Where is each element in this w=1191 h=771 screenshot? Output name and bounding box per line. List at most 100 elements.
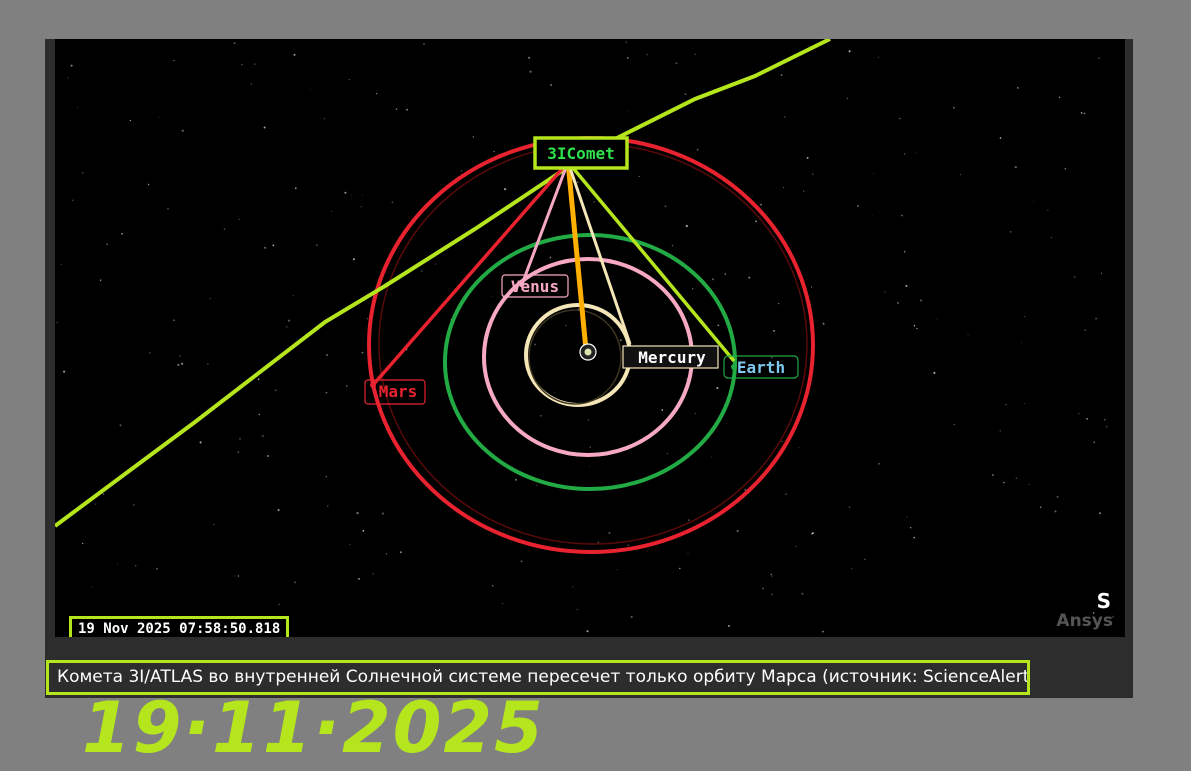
star xyxy=(70,64,73,67)
star xyxy=(275,389,277,391)
star xyxy=(117,564,119,566)
star xyxy=(589,465,591,467)
star xyxy=(687,552,689,554)
star xyxy=(903,153,906,155)
star xyxy=(325,391,328,394)
star xyxy=(520,560,523,563)
star xyxy=(770,573,772,576)
star xyxy=(67,77,69,79)
star xyxy=(696,148,699,151)
star xyxy=(326,504,329,507)
star xyxy=(716,387,719,390)
star xyxy=(391,201,393,203)
star xyxy=(801,592,804,595)
star xyxy=(167,207,169,210)
star xyxy=(1047,209,1049,211)
star xyxy=(272,244,275,247)
star xyxy=(572,586,574,588)
star xyxy=(381,512,384,515)
star xyxy=(345,385,348,387)
star xyxy=(846,97,849,100)
star xyxy=(549,256,552,259)
star xyxy=(586,630,589,633)
solar-system-diagram: 3IComet Venus Mercury Earth Mars xyxy=(55,39,1115,633)
star xyxy=(60,263,62,265)
star xyxy=(423,42,425,45)
comet-to-earth-line xyxy=(566,160,736,363)
star xyxy=(278,603,280,606)
star xyxy=(784,116,786,118)
star xyxy=(351,194,353,196)
star xyxy=(362,194,364,196)
star xyxy=(857,205,859,207)
star xyxy=(361,351,364,354)
star xyxy=(795,545,797,547)
star xyxy=(82,542,84,545)
star xyxy=(492,295,494,297)
star xyxy=(362,529,365,532)
star xyxy=(619,339,622,342)
star xyxy=(63,370,66,373)
star xyxy=(684,93,687,95)
star xyxy=(133,504,135,506)
star xyxy=(627,57,629,59)
star xyxy=(646,53,648,56)
star xyxy=(536,484,538,487)
star xyxy=(385,553,387,555)
star xyxy=(1103,419,1106,421)
star xyxy=(781,440,783,443)
star xyxy=(664,205,667,208)
star xyxy=(460,169,463,172)
star xyxy=(710,456,712,458)
star xyxy=(576,609,578,611)
star xyxy=(638,175,640,177)
ansys-logo-mark: S xyxy=(1096,589,1111,613)
star xyxy=(616,569,618,571)
star xyxy=(395,108,398,111)
star xyxy=(1083,112,1086,115)
star xyxy=(781,284,783,286)
star xyxy=(1017,87,1019,89)
star xyxy=(608,532,611,534)
earth-label: Earth xyxy=(737,358,785,377)
star xyxy=(1015,477,1018,480)
star xyxy=(72,199,74,201)
star xyxy=(1040,506,1042,508)
star xyxy=(760,203,763,206)
star xyxy=(877,56,879,58)
star xyxy=(783,187,784,189)
star xyxy=(310,88,312,90)
star xyxy=(1051,237,1053,239)
star xyxy=(158,116,160,118)
star xyxy=(287,319,291,322)
star xyxy=(179,355,181,357)
star xyxy=(812,532,814,535)
star xyxy=(821,630,824,633)
star xyxy=(1024,403,1026,404)
star xyxy=(209,297,211,300)
star xyxy=(630,615,633,619)
star xyxy=(99,279,102,281)
star xyxy=(1073,276,1076,278)
mars-orbit-inner xyxy=(378,143,808,545)
star xyxy=(263,126,266,129)
star xyxy=(897,302,899,304)
star xyxy=(360,206,362,208)
star xyxy=(177,363,180,366)
star xyxy=(913,324,916,327)
star xyxy=(1003,481,1005,484)
star xyxy=(528,56,531,59)
star xyxy=(589,446,592,448)
star xyxy=(915,151,917,153)
star xyxy=(565,324,567,326)
star xyxy=(147,183,150,186)
star xyxy=(331,210,333,212)
star xyxy=(529,70,532,73)
star xyxy=(597,541,600,544)
star xyxy=(1032,201,1034,203)
star xyxy=(237,451,240,454)
star xyxy=(399,551,402,554)
ansys-logo: Ansys xyxy=(1056,611,1113,631)
star xyxy=(773,330,775,332)
star xyxy=(727,625,730,627)
